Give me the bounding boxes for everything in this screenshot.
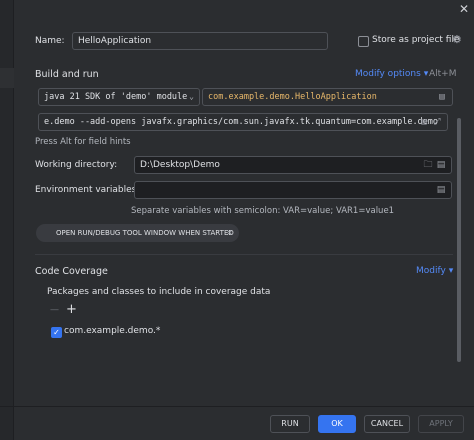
open-tool-window-chip[interactable]: OPEN RUN/DEBUG TOOL WINDOW WHEN STARTED …: [36, 224, 239, 242]
footer-divider: [0, 406, 474, 407]
ok-button[interactable]: OK: [318, 415, 356, 433]
environment-variables-input[interactable]: ▤: [134, 181, 452, 199]
close-icon[interactable]: ×: [226, 224, 233, 242]
list-icon[interactable]: ▤: [418, 116, 430, 128]
working-directory-input[interactable]: D:\Desktop\Demo 🗀 ▤: [134, 156, 452, 174]
name-input[interactable]: HelloApplication: [72, 32, 328, 50]
coverage-modify-link[interactable]: Modify ▾: [416, 266, 453, 276]
expand-icon[interactable]: ⤢: [431, 116, 443, 128]
chevron-down-icon: ⌄: [189, 92, 194, 101]
left-panel-selected-item[interactable]: [0, 68, 14, 88]
coverage-modify-label: Modify: [416, 266, 446, 276]
coverage-item-label: com.example.demo.*: [64, 326, 161, 336]
remove-icon[interactable]: —: [50, 305, 59, 315]
main-class-value: com.example.demo.HelloApplication: [208, 92, 377, 102]
working-directory-label: Working directory:: [35, 160, 118, 170]
gear-icon[interactable]: ⚙: [452, 33, 462, 46]
left-panel-strip: [0, 0, 14, 440]
list-icon[interactable]: ▤: [435, 184, 447, 196]
chevron-down-icon: ▾: [448, 266, 454, 276]
name-label: Name:: [35, 36, 65, 46]
vm-options-input[interactable]: e.demo --add-opens javafx.graphics/com.s…: [38, 113, 448, 131]
folder-icon[interactable]: 🗀: [422, 159, 434, 171]
environment-variables-label: Environment variables:: [35, 185, 140, 195]
coverage-packages-label: Packages and classes to include in cover…: [47, 287, 271, 297]
scrollbar[interactable]: [457, 118, 461, 362]
name-value: HelloApplication: [78, 36, 152, 46]
open-tool-window-chip-label: OPEN RUN/DEBUG TOOL WINDOW WHEN STARTED: [56, 229, 234, 237]
modify-options-shortcut: Alt+M: [429, 69, 457, 79]
store-as-project-file-checkbox[interactable]: [358, 36, 369, 47]
list-icon[interactable]: ▤: [436, 91, 448, 103]
vm-options-value: e.demo --add-opens javafx.graphics/com.s…: [44, 117, 439, 127]
apply-button: APPLY: [418, 415, 464, 433]
chevron-down-icon: ▾: [423, 69, 429, 79]
jdk-select[interactable]: java 21 SDK of 'demo' module ⌄: [38, 88, 200, 106]
modify-options-link[interactable]: Modify options ▾: [355, 69, 428, 79]
environment-variables-hint: Separate variables with semicolon: VAR=v…: [131, 206, 395, 216]
code-coverage-title: Code Coverage: [35, 266, 108, 277]
working-directory-value: D:\Desktop\Demo: [140, 160, 220, 170]
section-divider: [35, 254, 453, 255]
add-icon[interactable]: +: [66, 302, 77, 317]
coverage-item-checkbox[interactable]: ✓: [51, 327, 62, 338]
modify-options-label: Modify options: [355, 69, 421, 79]
run-button[interactable]: RUN: [270, 415, 310, 433]
store-as-project-file-label[interactable]: Store as project file: [372, 35, 460, 45]
jdk-value: java 21 SDK of 'demo' module: [44, 92, 188, 102]
field-hints-text: Press Alt for field hints: [35, 137, 131, 147]
list-icon[interactable]: ▤: [435, 159, 447, 171]
main-class-input[interactable]: com.example.demo.HelloApplication ▤: [202, 88, 453, 106]
build-and-run-title: Build and run: [35, 69, 99, 80]
close-icon[interactable]: ✕: [457, 2, 471, 16]
cancel-button[interactable]: CANCEL: [364, 415, 410, 433]
